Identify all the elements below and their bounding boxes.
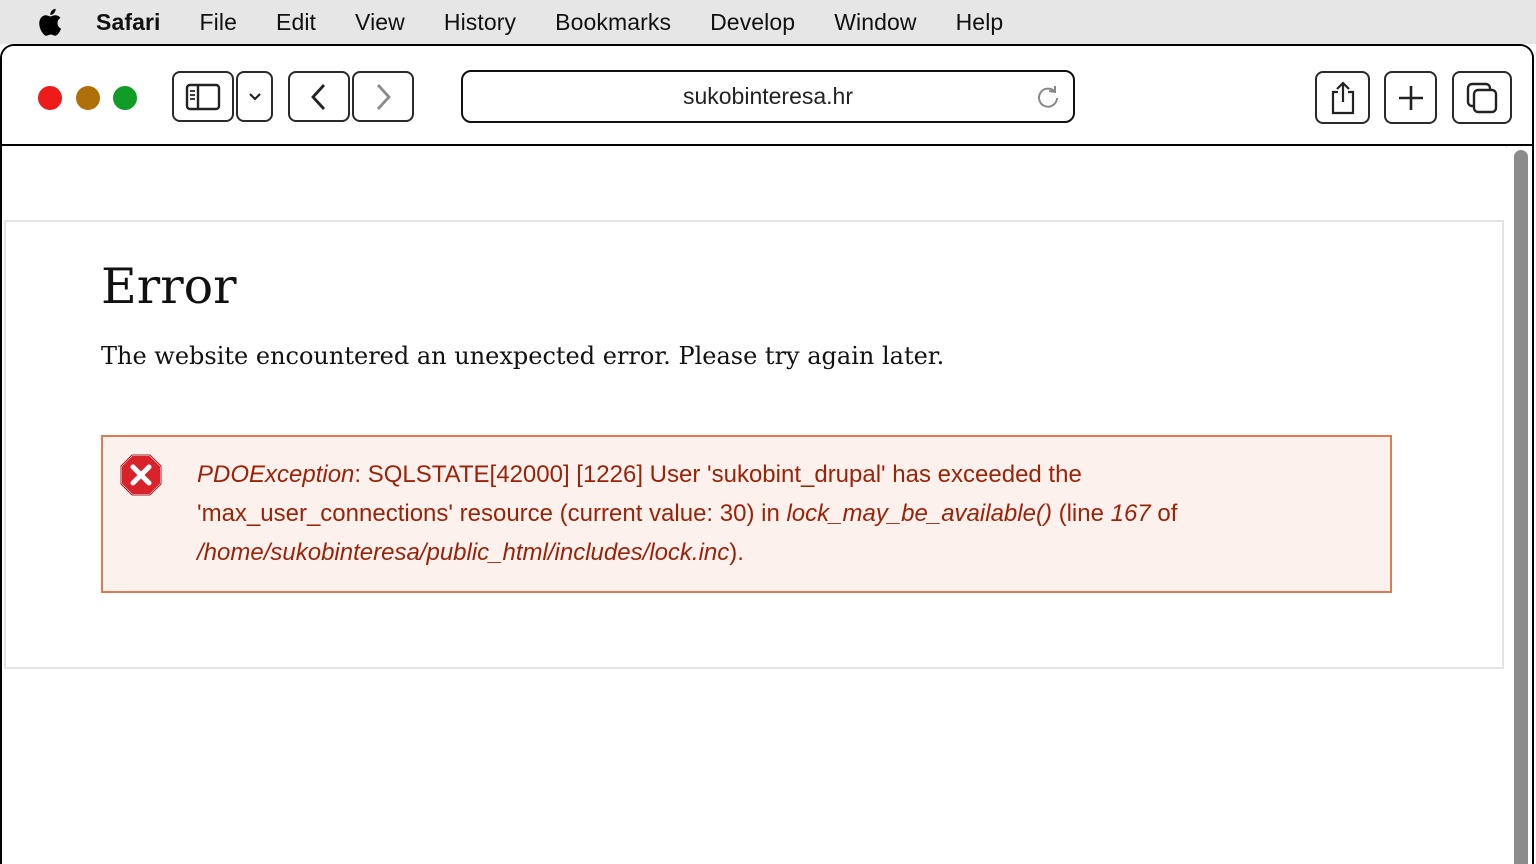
file-path: /home/sukobinteresa/public_html/includes…	[197, 539, 730, 566]
menu-bar: Safari File Edit View History Bookmarks …	[0, 0, 1536, 44]
menu-bookmarks[interactable]: Bookmarks	[555, 9, 671, 36]
error-description: The website encountered an unexpected er…	[101, 342, 945, 370]
sidebar-icon	[185, 83, 221, 110]
menu-window[interactable]: Window	[834, 9, 916, 36]
error-icon	[120, 454, 162, 496]
error-message-text: PDOException: SQLSTATE[42000] [1226] Use…	[197, 455, 1307, 572]
url-text: sukobinteresa.hr	[682, 83, 854, 109]
toolbar: sukobinteresa.hr	[2, 46, 1532, 146]
plus-icon	[1398, 85, 1423, 110]
forward-button[interactable]	[352, 71, 414, 122]
share-icon	[1331, 80, 1354, 114]
address-bar[interactable]: sukobinteresa.hr	[461, 70, 1075, 123]
scrollbar-thumb[interactable]	[1514, 150, 1528, 864]
sidebar-menu-button[interactable]	[236, 71, 273, 122]
page-title: Error	[101, 258, 237, 315]
menu-help[interactable]: Help	[956, 9, 1004, 36]
tabs-icon	[1466, 82, 1498, 113]
line-number: 167	[1110, 500, 1151, 527]
reload-icon[interactable]	[1035, 84, 1061, 110]
page-content: Error The website encountered an unexpec…	[2, 148, 1510, 864]
chevron-left-icon	[311, 83, 326, 110]
menu-view[interactable]: View	[355, 9, 405, 36]
chevron-right-icon	[376, 83, 391, 110]
zoom-window-button[interactable]	[113, 86, 137, 110]
function-name: lock_may_be_available()	[786, 500, 1052, 527]
exception-name: PDOException	[197, 461, 355, 488]
tab-overview-button[interactable]	[1452, 71, 1512, 124]
menu-edit[interactable]: Edit	[276, 9, 316, 36]
message-part-2: (line	[1051, 500, 1111, 527]
apple-logo-icon[interactable]	[36, 7, 62, 37]
message-part-4: ).	[729, 539, 744, 566]
menu-safari[interactable]: Safari	[96, 9, 161, 36]
error-panel: Error The website encountered an unexpec…	[4, 220, 1504, 669]
back-button[interactable]	[288, 71, 350, 122]
browser-window: sukobinteresa.hr Error The website encou…	[0, 44, 1534, 864]
close-window-button[interactable]	[38, 86, 62, 110]
message-part-3: of	[1150, 500, 1178, 527]
minimize-window-button[interactable]	[76, 86, 100, 110]
error-message-box: PDOException: SQLSTATE[42000] [1226] Use…	[101, 435, 1392, 593]
menu-file[interactable]: File	[200, 9, 237, 36]
sidebar-toggle-button[interactable]	[172, 71, 234, 122]
new-tab-button[interactable]	[1384, 71, 1437, 124]
menu-history[interactable]: History	[444, 9, 516, 36]
menu-develop[interactable]: Develop	[710, 9, 795, 36]
chevron-down-icon	[248, 92, 261, 101]
share-button[interactable]	[1315, 71, 1370, 124]
